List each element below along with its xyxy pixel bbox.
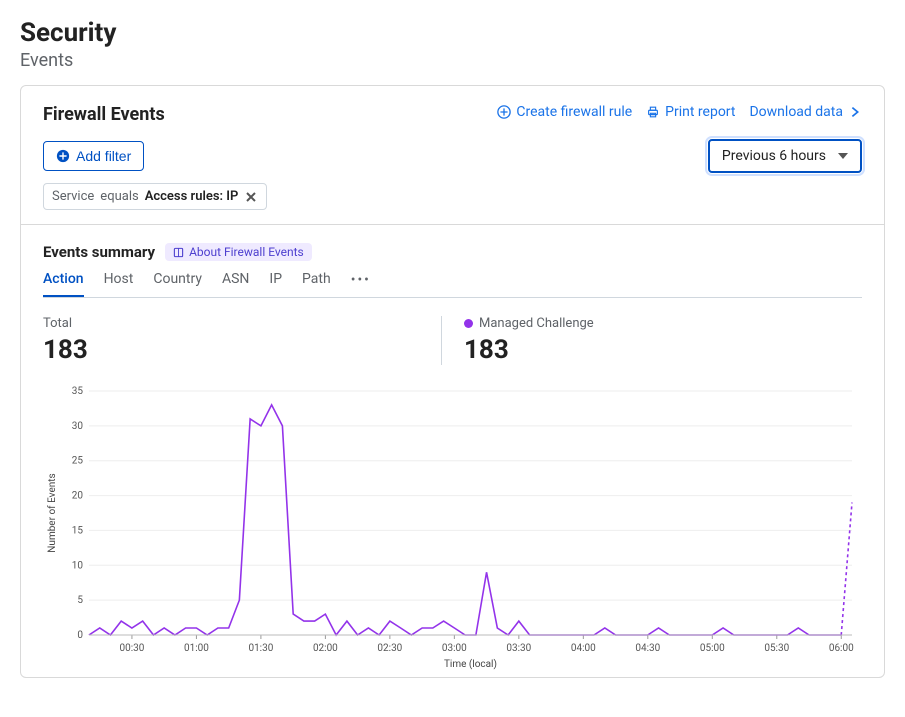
tab-country[interactable]: Country [153,271,202,297]
stat-total-value: 183 [43,335,431,365]
plus-circle-icon [497,105,511,119]
svg-text:04:30: 04:30 [635,643,660,654]
svg-text:03:30: 03:30 [506,643,531,654]
printer-icon [646,105,660,119]
tab-ip[interactable]: IP [269,271,282,297]
summary-tabs: Action Host Country ASN IP Path ••• [43,271,862,298]
svg-text:02:00: 02:00 [313,643,338,654]
about-firewall-events-badge[interactable]: About Firewall Events [165,243,312,261]
print-report-link[interactable]: Print report [646,104,735,120]
svg-text:05:00: 05:00 [700,643,725,654]
svg-text:5: 5 [77,595,83,606]
svg-text:05:30: 05:30 [764,643,789,654]
add-filter-label: Add filter [76,148,131,164]
add-filter-button[interactable]: Add filter [43,141,144,171]
download-data-label: Download data [749,104,843,120]
panel-actions: Create firewall rule Print report Downlo… [497,104,862,120]
svg-text:35: 35 [72,386,84,397]
firewall-events-panel: Firewall Events Create firewall rule Pri… [20,85,885,678]
book-icon [173,247,184,258]
svg-text:25: 25 [72,456,84,467]
svg-text:30: 30 [72,421,84,432]
panel-title: Firewall Events [43,104,165,125]
page-subtitle: Events [20,50,885,71]
remove-filter-button[interactable] [244,190,258,204]
caret-down-icon [838,153,848,159]
svg-text:Time (local): Time (local) [444,658,497,670]
plus-circle-icon [56,149,70,163]
create-firewall-rule-link[interactable]: Create firewall rule [497,104,632,120]
tab-host[interactable]: Host [104,271,134,297]
time-range-value: Previous 6 hours [722,148,826,164]
filter-value: Access rules: IP [145,189,239,204]
filter-chip[interactable]: Service equals Access rules: IP [43,183,267,210]
stat-total: Total 183 [43,316,441,365]
svg-text:01:00: 01:00 [184,643,209,654]
svg-text:06:00: 06:00 [829,643,854,654]
stats-row: Total 183 Managed Challenge 183 [43,316,862,371]
events-chart: 0 5 10 15 20 25 30 35 00:30 01:00 01:30 02:00 02:30 0… [43,381,862,671]
svg-text:01:30: 01:30 [248,643,273,654]
svg-text:00:30: 00:30 [120,643,145,654]
svg-text:Number of Events: Number of Events [46,473,58,552]
print-report-label: Print report [665,104,735,120]
chevron-right-icon [848,105,862,119]
filter-field: Service [52,189,94,204]
svg-text:04:00: 04:00 [571,643,596,654]
filter-operator: equals [100,189,138,204]
stat-series-label: Managed Challenge [479,316,594,331]
svg-text:0: 0 [77,630,83,641]
tab-asn[interactable]: ASN [222,271,249,297]
svg-text:03:00: 03:00 [442,643,467,654]
svg-text:15: 15 [72,525,84,536]
page-title: Security [20,18,885,48]
stat-series: Managed Challenge 183 [441,316,862,365]
stat-series-value: 183 [464,335,852,365]
close-icon [245,191,257,203]
svg-text:20: 20 [72,491,84,502]
events-summary-title: Events summary [43,243,155,261]
svg-text:02:30: 02:30 [377,643,402,654]
svg-text:10: 10 [72,560,84,571]
tab-action[interactable]: Action [43,271,84,297]
download-data-link[interactable]: Download data [749,104,862,120]
time-range-select[interactable]: Previous 6 hours [708,139,862,173]
series-color-dot [464,319,473,328]
tab-path[interactable]: Path [302,271,331,297]
create-firewall-rule-label: Create firewall rule [516,104,632,120]
tab-more[interactable]: ••• [351,271,371,297]
about-badge-label: About Firewall Events [189,245,304,259]
stat-total-label: Total [43,316,431,331]
